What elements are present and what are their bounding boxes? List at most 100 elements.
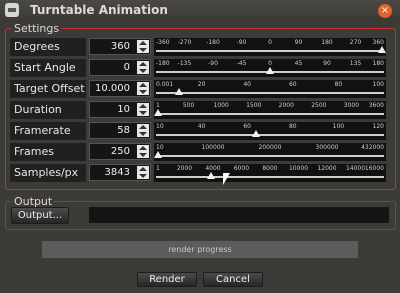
slider-tick-label: -90: [208, 60, 218, 67]
slider-tick-label: 100: [372, 81, 384, 88]
slider-thumb[interactable]: [174, 88, 183, 95]
setting-slider[interactable]: -180 -135 -90 -45 0 45 90 135 180: [154, 59, 386, 77]
render-progress-bar: render progress: [42, 241, 358, 258]
slider-thumb[interactable]: [206, 172, 215, 179]
slider-thumb[interactable]: [378, 46, 386, 53]
slider-tick-label: -45: [236, 60, 247, 67]
slider-tick-label: 6000: [233, 165, 250, 172]
cancel-button[interactable]: Cancel: [203, 272, 263, 287]
slider-tick-label: -90: [236, 39, 247, 46]
slider-tick-label: -135: [177, 60, 192, 67]
slider-tick-label: 1500: [246, 102, 262, 109]
spin-arrows-icon[interactable]: [137, 61, 149, 74]
setting-value[interactable]: 0: [124, 60, 130, 75]
slider-tick-label: 90: [294, 39, 303, 46]
slider-tick-label: 3000: [343, 102, 360, 109]
slider-tick-label: 60: [288, 81, 297, 88]
setting-value[interactable]: 10: [117, 102, 130, 117]
slider-tick-label: 45: [294, 60, 303, 67]
slider-tick-label: 12000: [317, 165, 337, 172]
slider-tick-label: 1: [156, 165, 160, 172]
slider-tick-label: 3600: [368, 102, 384, 109]
app-icon: [5, 3, 19, 17]
setting-spinbox[interactable]: 3843: [89, 164, 151, 181]
window-title: Turntable Animation: [30, 3, 168, 17]
slider-tick-label: 80: [288, 123, 297, 130]
setting-value[interactable]: 10.000: [95, 81, 130, 96]
slider-thumb[interactable]: [266, 67, 274, 74]
slider-tick-label: 270: [349, 39, 362, 46]
slider-track[interactable]: [156, 176, 384, 178]
setting-value[interactable]: 250: [111, 144, 130, 159]
slider-tick-label: 10: [156, 123, 164, 130]
slider-tick-label: 100000: [201, 144, 225, 151]
spin-arrows-icon[interactable]: [137, 40, 149, 53]
setting-spinbox[interactable]: 10: [89, 101, 151, 118]
render-button[interactable]: Render: [137, 272, 197, 287]
setting-slider[interactable]: 10 40 60 80 100 120: [154, 122, 386, 140]
setting-spinbox[interactable]: 360: [89, 38, 151, 55]
slider-tick-label: 10000: [288, 165, 309, 172]
output-button[interactable]: Output...: [11, 207, 69, 224]
setting-value[interactable]: 3843: [105, 165, 130, 180]
slider-tick-label: 1000: [213, 102, 229, 109]
slider-tick-label: 20: [197, 81, 206, 88]
slider-tick-label: 180: [321, 39, 333, 46]
slider-tick-label: 2500: [311, 102, 327, 109]
setting-label: Duration: [10, 101, 86, 119]
spin-arrows-icon[interactable]: [137, 103, 149, 116]
setting-spinbox[interactable]: 58: [89, 122, 151, 139]
spin-arrows-icon[interactable]: [137, 82, 149, 95]
slider-tick-label: -180: [156, 60, 170, 67]
slider-tick-label: 135: [349, 60, 362, 67]
spin-arrows-icon[interactable]: [137, 145, 149, 158]
setting-label: Frames: [10, 143, 86, 161]
slider-tick-label: 432000: [361, 144, 384, 151]
slider-tick-label: 180: [372, 60, 384, 67]
settings-label: Settings: [12, 22, 62, 35]
setting-label: Target Offset: [10, 80, 86, 98]
setting-value[interactable]: 58: [117, 123, 130, 138]
slider-track[interactable]: [156, 134, 384, 136]
output-path-field[interactable]: [89, 207, 389, 223]
slider-tick-label: 40: [243, 81, 252, 88]
setting-value[interactable]: 360: [111, 39, 130, 54]
slider-tick-label: 0.001: [156, 81, 174, 88]
slider-tick-label: 90: [323, 60, 331, 67]
slider-tick-label: 60: [243, 123, 252, 130]
title-bar: Turntable Animation ×: [0, 0, 400, 22]
setting-spinbox[interactable]: 250: [89, 143, 151, 160]
setting-slider[interactable]: 0.001 20 40 60 80 100: [154, 80, 386, 98]
slider-tick-label: 10: [156, 144, 164, 151]
close-icon[interactable]: ×: [378, 4, 392, 18]
slider-tick-label: 0: [268, 39, 272, 46]
setting-slider[interactable]: 1 2000 4000 6000 8000 10000 12000 14000 16000: [154, 164, 386, 182]
slider-tick-label: 2000: [176, 165, 193, 172]
setting-label: Start Angle: [10, 59, 86, 77]
slider-tick-label: 0: [268, 60, 272, 67]
slider-tick-label: 100: [332, 123, 345, 130]
slider-thumb[interactable]: [252, 130, 261, 137]
spin-arrows-icon[interactable]: [137, 166, 149, 179]
slider-tick-label: 16000: [364, 165, 384, 172]
slider-track[interactable]: [156, 155, 384, 157]
slider-track[interactable]: [156, 92, 384, 94]
slider-track[interactable]: [156, 50, 384, 52]
mouse-cursor-icon: [223, 173, 230, 185]
setting-spinbox[interactable]: 10.000: [89, 80, 151, 97]
setting-slider[interactable]: 10 100000 200000 300000 432000: [154, 143, 386, 161]
slider-tick-label: 120: [372, 123, 384, 130]
slider-tick-label: 300000: [315, 144, 339, 151]
slider-thumb[interactable]: [154, 151, 162, 158]
slider-tick-label: 2000: [278, 102, 294, 109]
setting-slider[interactable]: 1 500 1000 1500 2000 2500 3000 3600: [154, 101, 386, 119]
setting-spinbox[interactable]: 0: [89, 59, 151, 76]
slider-tick-label: 1: [156, 102, 160, 109]
slider-tick-label: 500: [182, 102, 195, 109]
slider-thumb[interactable]: [154, 109, 162, 116]
slider-tick-label: 14000: [345, 165, 366, 172]
slider-tick-label: 200000: [258, 144, 282, 151]
spin-arrows-icon[interactable]: [137, 124, 149, 137]
setting-slider[interactable]: -360 -270 -180 -90 0 90 180 270 360: [154, 38, 386, 56]
slider-track[interactable]: [156, 113, 384, 115]
